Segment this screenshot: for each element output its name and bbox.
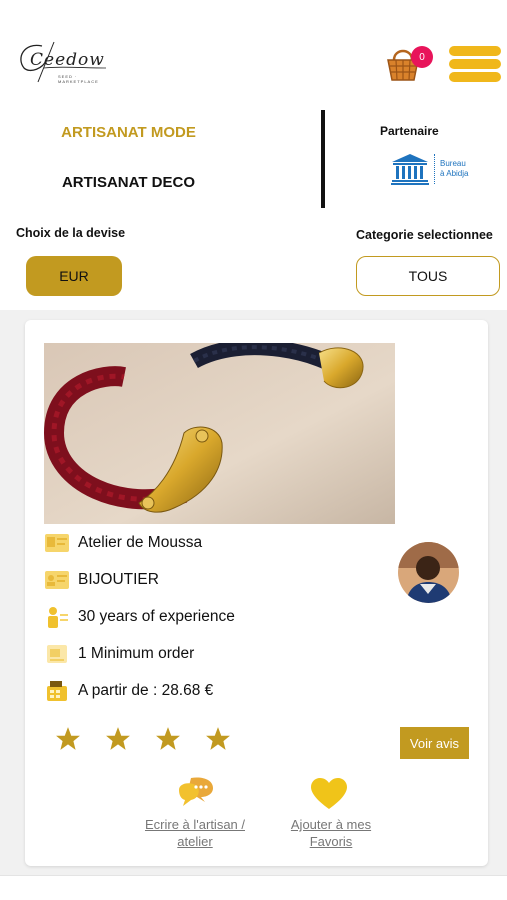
category-select-button[interactable]: TOUS <box>356 256 500 296</box>
price-text: A partir de : 28.68 € <box>78 682 214 699</box>
star-icon <box>156 727 180 750</box>
min-order-text: 1 Minimum order <box>78 645 195 662</box>
rating-stars <box>55 726 245 756</box>
category-section: ARTISANAT MODE ARTISANAT DECO Partenaire… <box>0 100 507 215</box>
write-artisan-label-1: Ecrire à l'artisan / <box>144 817 245 832</box>
category-artisanat-mode[interactable]: ARTISANAT MODE <box>0 124 257 141</box>
artisan-card[interactable]: Atelier de Moussa BIJOUTIER 30 years of … <box>25 320 488 866</box>
workshop-row: Atelier de Moussa <box>44 530 384 556</box>
hamburger-menu-icon[interactable] <box>448 44 502 84</box>
trade-row: BIJOUTIER <box>44 567 384 593</box>
logo-wordmark: Ceedow <box>30 50 105 70</box>
add-favorites-label-2: Favoris <box>309 834 353 849</box>
category-select-label: Categorie selectionnee <box>356 228 493 242</box>
star-icon <box>106 727 130 750</box>
top-header: Ceedow SEED · MARKETPLACE 0 <box>0 0 507 100</box>
add-favorites-label-1: Ajouter à mes <box>290 817 372 832</box>
id-card-icon <box>45 534 69 552</box>
vertical-divider <box>321 110 325 208</box>
app-screen: Ceedow SEED · MARKETPLACE 0 ARTISANAT MO… <box>0 0 507 900</box>
currency-select-button[interactable]: EUR <box>26 256 122 296</box>
order-box-icon <box>47 645 67 663</box>
badge-card-icon <box>45 571 69 589</box>
unesco-partner-logo[interactable]: Bureau à Abidja <box>390 152 480 188</box>
min-order-row: 1 Minimum order <box>44 641 384 667</box>
write-artisan-link[interactable]: Ecrire à l'artisan / atelier <box>125 816 265 850</box>
category-artisanat-deco[interactable]: ARTISANAT DECO <box>0 174 257 191</box>
brand-logo[interactable]: Ceedow SEED · MARKETPLACE <box>14 38 114 86</box>
add-favorites-link[interactable]: Ajouter à mes Favoris <box>269 816 393 850</box>
heart-icon[interactable] <box>311 778 347 810</box>
write-artisan-label-2: atelier <box>177 834 213 849</box>
product-image[interactable] <box>44 343 395 524</box>
artisan-avatar[interactable] <box>398 542 459 603</box>
view-reviews-button[interactable]: Voir avis <box>400 727 469 759</box>
currency-label: Choix de la devise <box>16 226 126 240</box>
cart-count-badge: 0 <box>411 46 433 68</box>
bottom-bar <box>0 875 507 900</box>
star-icon <box>56 727 80 750</box>
cash-register-icon <box>47 681 67 701</box>
partner-label: Partenaire <box>380 124 439 138</box>
logo-separator <box>434 154 435 184</box>
partner-logo-text-1: Bureau <box>440 159 466 168</box>
logo-subtitle: SEED · MARKETPLACE <box>58 74 99 84</box>
workshop-name: Atelier de Moussa <box>78 534 203 551</box>
trade-name: BIJOUTIER <box>78 571 159 588</box>
star-icon <box>206 727 230 750</box>
partner-logo-text-2: à Abidja <box>440 169 469 178</box>
price-row: A partir de : 28.68 € <box>44 678 384 704</box>
chat-bubbles-icon[interactable] <box>177 776 215 810</box>
person-icon <box>48 607 68 628</box>
experience-row: 30 years of experience <box>44 604 384 630</box>
experience-text: 30 years of experience <box>78 608 235 625</box>
